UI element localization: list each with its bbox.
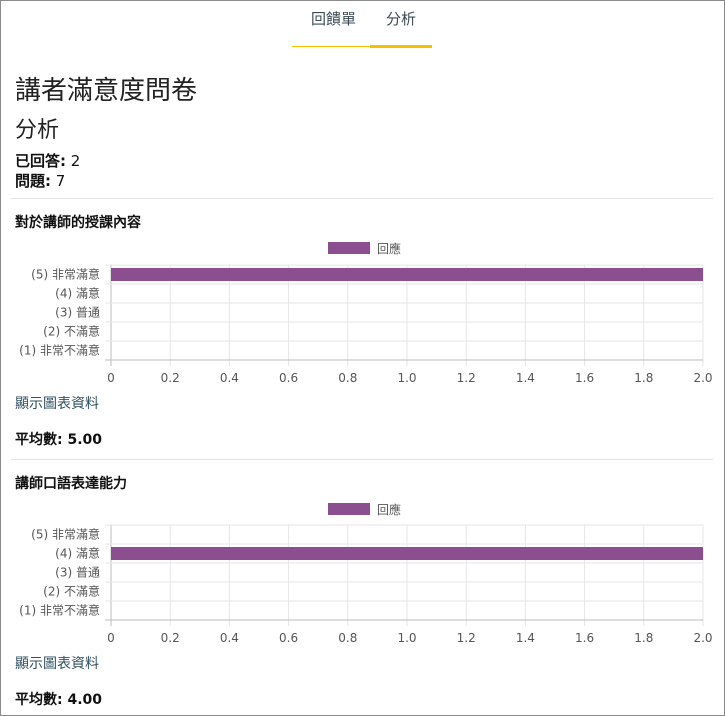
y-tick-label: (1) 非常不滿意 [19, 603, 100, 618]
bar-chart: 0 0.2 0.4 0.6 0.8 1.0 1.2 1.4 1.6 1.8 2.0 (5) 非常滿意 (… [19, 264, 713, 385]
x-tick-label: 0.8 [338, 631, 357, 645]
average-score: 平均數: 5.00 [15, 429, 102, 449]
legend-label: 回應 [377, 242, 402, 256]
tab-bar: 回饋單 分析 [0, 0, 725, 48]
average-label: 平均數: [15, 692, 63, 708]
average-value: 4.00 [67, 692, 103, 708]
y-tick-label: (2) 不滿意 [43, 584, 100, 599]
bar-chart: 0 0.2 0.4 0.6 0.8 1.0 1.2 1.4 1.6 1.8 2.0 (5) 非常滿意 (… [19, 524, 713, 645]
average-value: 5.00 [67, 432, 103, 448]
x-tick-label: 1.2 [457, 371, 476, 385]
questions-value: 7 [55, 172, 66, 190]
x-tick-label: 1.0 [397, 631, 416, 645]
x-tick-label: 1.8 [634, 631, 653, 645]
x-tick-label: 1.0 [397, 371, 416, 385]
answered-stat: 已回答: 2 [15, 150, 80, 171]
y-tick-label: (5) 非常滿意 [31, 267, 100, 282]
legend-swatch[interactable] [328, 242, 370, 254]
x-tick-label: 0.6 [279, 631, 298, 645]
legend-swatch[interactable] [328, 503, 370, 515]
legend-label: 回應 [377, 503, 402, 517]
y-tick-label: (3) 普通 [55, 566, 100, 580]
y-tick-label: (4) 滿意 [55, 546, 100, 561]
show-chart-data-link[interactable]: 顯示圖表資料 [15, 393, 99, 413]
x-tick-label: 0.8 [338, 371, 357, 385]
x-tick-label: 0 [107, 371, 115, 385]
questions-stat: 問題: 7 [15, 170, 65, 191]
y-tick-label: (3) 普通 [55, 306, 100, 320]
survey-title: 講者滿意度問卷 [15, 76, 198, 106]
x-tick-label: 2.0 [693, 631, 712, 645]
x-tick-label: 0.6 [279, 371, 298, 385]
x-tick-label: 1.2 [457, 631, 476, 645]
x-tick-label: 1.4 [516, 371, 535, 385]
y-tick-label: (2) 不滿意 [43, 324, 100, 339]
question-title: 對於講師的授課內容 [15, 215, 141, 231]
divider [11, 198, 713, 199]
x-tick-label: 0.4 [220, 631, 239, 645]
question-title: 講師口語表達能力 [15, 476, 127, 492]
tab-feedback[interactable]: 回饋單 [311, 8, 356, 29]
average-label: 平均數: [15, 432, 63, 448]
section-title: 分析 [15, 118, 60, 143]
y-tick-label: (4) 滿意 [55, 286, 100, 301]
answered-label: 已回答: [15, 152, 66, 170]
x-tick-label: 2.0 [693, 371, 712, 385]
x-tick-label: 0 [107, 631, 115, 645]
y-tick-label: (1) 非常不滿意 [19, 343, 100, 358]
bar [111, 268, 703, 281]
questions-label: 問題: [15, 172, 51, 190]
tab-analysis[interactable]: 分析 [386, 8, 416, 29]
average-score: 平均數: 4.00 [15, 689, 102, 709]
x-tick-label: 0.2 [161, 371, 180, 385]
tab-underline [292, 46, 370, 47]
x-tick-label: 1.4 [516, 631, 535, 645]
x-tick-label: 0.4 [220, 371, 239, 385]
x-tick-label: 1.6 [575, 371, 594, 385]
y-tick-label: (5) 非常滿意 [31, 527, 100, 542]
show-chart-data-link[interactable]: 顯示圖表資料 [15, 653, 99, 673]
answered-value: 2 [70, 152, 81, 170]
bar [111, 547, 703, 560]
x-tick-label: 1.8 [634, 371, 653, 385]
x-tick-label: 0.2 [161, 631, 180, 645]
tab-active-indicator [370, 45, 432, 48]
divider [11, 459, 713, 460]
x-tick-label: 1.6 [575, 631, 594, 645]
